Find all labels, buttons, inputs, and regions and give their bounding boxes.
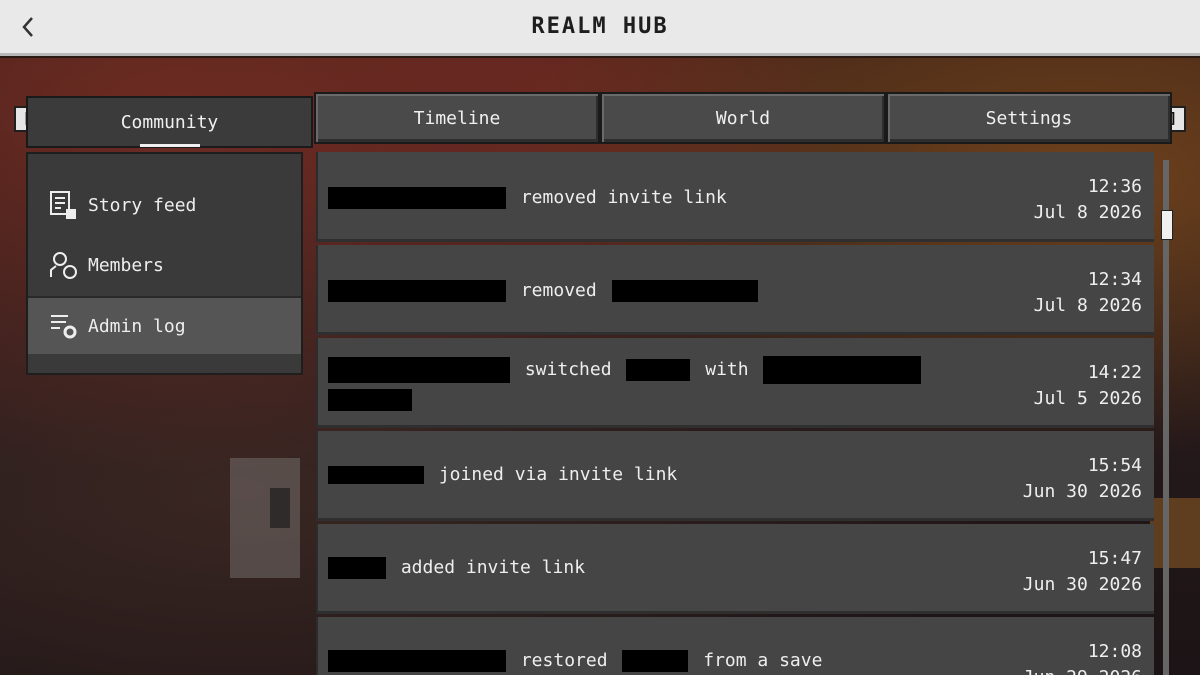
log-entry: removed 12:34 Jul 8 2026 xyxy=(316,245,1154,335)
redacted-item xyxy=(622,650,689,672)
log-action: added invite link xyxy=(400,557,586,578)
log-entry: joined via invite link 15:54 Jun 30 2026 xyxy=(316,431,1154,521)
log-timestamp: 12:34 Jul 8 2026 xyxy=(1033,269,1142,316)
sidebar-item-members[interactable]: Members xyxy=(28,236,301,294)
log-action-secondary: from a save xyxy=(703,650,823,671)
log-timestamp: 15:47 Jun 30 2026 xyxy=(1022,548,1142,595)
tab-settings[interactable]: Settings xyxy=(886,92,1172,144)
log-action: switched xyxy=(524,359,612,380)
sidebar-item-label: Story feed xyxy=(88,194,197,216)
tab-label: Settings xyxy=(985,107,1073,129)
sidebar-item-label: Admin log xyxy=(88,315,186,337)
admin-log-list[interactable]: removed invite link 12:36 Jul 8 2026 rem… xyxy=(316,152,1154,675)
redacted-name xyxy=(328,280,506,302)
log-timestamp: 15:54 Jun 30 2026 xyxy=(1022,455,1142,502)
tab-label: World xyxy=(715,107,771,129)
sidebar: Story feed Members Admin log xyxy=(26,152,303,375)
redacted-name xyxy=(328,466,424,484)
log-action: removed invite link xyxy=(520,187,727,208)
tab-label: Timeline xyxy=(413,107,501,129)
redacted-name xyxy=(763,356,922,384)
page-title: REALM HUB xyxy=(531,14,669,39)
active-tab-indicator xyxy=(140,144,200,147)
log-entry: restored from a save 12:08 Jun 29 2026 xyxy=(316,617,1154,675)
members-icon xyxy=(46,248,80,282)
log-action-secondary: with xyxy=(705,359,749,380)
log-entry: switched with 14:22 Jul 5 2026 xyxy=(316,338,1154,428)
sidebar-item-admin-log[interactable]: Admin log xyxy=(28,296,301,354)
redacted-item xyxy=(626,359,691,381)
story-feed-icon xyxy=(46,188,80,222)
redacted-name xyxy=(328,389,412,411)
log-action: restored xyxy=(520,650,608,671)
sidebar-item-story-feed[interactable]: Story feed xyxy=(28,176,301,234)
redacted-name xyxy=(328,557,386,579)
redacted-name xyxy=(611,280,758,302)
tab-community[interactable]: Community xyxy=(26,96,313,148)
log-entry: removed invite link 12:36 Jul 8 2026 xyxy=(316,152,1154,242)
tab-label: Community xyxy=(120,111,219,133)
admin-log-icon xyxy=(46,309,80,343)
log-action: joined via invite link xyxy=(438,464,678,485)
log-action: removed xyxy=(520,280,597,301)
tab-world[interactable]: World xyxy=(600,92,886,144)
log-timestamp: 12:36 Jul 8 2026 xyxy=(1033,176,1142,223)
log-timestamp: 12:08 Jun 29 2026 xyxy=(1023,641,1142,675)
sidebar-item-label: Members xyxy=(88,254,164,276)
tab-timeline[interactable]: Timeline xyxy=(314,92,600,144)
top-bar: REALM HUB xyxy=(0,0,1200,56)
redacted-name xyxy=(328,357,510,383)
redacted-name xyxy=(328,187,506,209)
redacted-name xyxy=(328,650,506,672)
log-timestamp: 14:22 Jul 5 2026 xyxy=(1033,362,1142,409)
scrollbar-thumb[interactable] xyxy=(1161,210,1173,240)
log-entry: added invite link 15:47 Jun 30 2026 xyxy=(316,524,1154,614)
